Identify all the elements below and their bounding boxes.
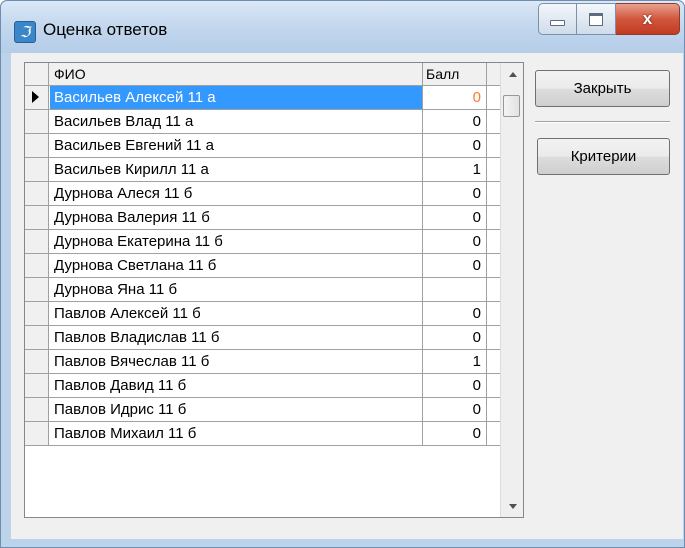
scroll-up-button[interactable] [501,63,523,85]
minimize-button[interactable] [538,3,577,35]
cell-ball[interactable]: 0 [423,326,487,349]
cell-fio[interactable]: Павлов Давид 11 б [50,374,423,397]
cell-ball[interactable]: 0 [423,422,487,445]
table-row[interactable]: Васильев Кирилл 11 а1 [25,158,500,182]
row-indicator-cell[interactable] [25,374,49,397]
cell-fio[interactable]: Дурнова Екатерина 11 б [50,230,423,253]
cell-ball[interactable]: 0 [423,254,487,277]
row-indicator-cell[interactable] [25,86,49,109]
app-icon[interactable]: ℑ [14,21,36,43]
table-row[interactable]: Павлов Идрис 11 б0 [25,398,500,422]
table-row[interactable]: Дурнова Алеся 11 б0 [25,182,500,206]
cell-fio[interactable]: Васильев Алексей 11 а [50,86,423,109]
table-row[interactable]: Дурнова Светлана 11 б0 [25,254,500,278]
cell-ball[interactable]: 0 [423,86,487,109]
scroll-down-button[interactable] [501,495,523,517]
cell-ball[interactable]: 0 [423,134,487,157]
cell-ball[interactable]: 0 [423,206,487,229]
maximize-icon [589,12,603,26]
header-indicator-cell [25,63,49,85]
maximize-button[interactable] [577,3,616,35]
minimize-icon [550,20,565,26]
column-header-fio[interactable]: ФИО [50,63,423,85]
table-row[interactable]: Павлов Вячеслав 11 б1 [25,350,500,374]
table-row[interactable]: Васильев Влад 11 а0 [25,110,500,134]
caption-buttons: x [538,3,680,39]
cell-ball[interactable]: 1 [423,350,487,373]
cell-ball[interactable]: 0 [423,182,487,205]
row-indicator-cell[interactable] [25,350,49,373]
cell-ball[interactable] [423,278,487,301]
grid-header: ФИО Балл [25,63,500,86]
vertical-scrollbar[interactable] [500,63,523,517]
cell-fio[interactable]: Васильев Влад 11 а [50,110,423,133]
title-bar[interactable]: ℑ Оценка ответов x [1,1,684,53]
cell-fio[interactable]: Павлов Михаил 11 б [50,422,423,445]
row-indicator-cell[interactable] [25,302,49,325]
table-row[interactable]: Дурнова Валерия 11 б0 [25,206,500,230]
row-indicator-cell[interactable] [25,398,49,421]
column-header-ball[interactable]: Балл [423,63,487,85]
cell-ball[interactable]: 0 [423,374,487,397]
arrow-down-icon [508,503,517,509]
cell-fio[interactable]: Дурнова Светлана 11 б [50,254,423,277]
table-row[interactable]: Павлов Михаил 11 б0 [25,422,500,446]
row-indicator-cell[interactable] [25,326,49,349]
cell-fio[interactable]: Васильев Евгений 11 а [50,134,423,157]
grid-rows: Васильев Алексей 11 а 0 Васильев Влад 11 а… [25,86,500,446]
close-icon: x [642,9,653,28]
cell-ball[interactable]: 0 [423,230,487,253]
row-indicator-cell[interactable] [25,254,49,277]
cell-ball[interactable]: 1 [423,158,487,181]
cell-fio[interactable]: Васильев Кирилл 11 а [50,158,423,181]
cell-fio[interactable]: Дурнова Валерия 11 б [50,206,423,229]
row-indicator-cell[interactable] [25,230,49,253]
window-title: Оценка ответов [43,20,168,39]
cell-fio[interactable]: Павлов Идрис 11 б [50,398,423,421]
row-indicator-cell[interactable] [25,422,49,445]
table-row[interactable]: Павлов Алексей 11 б0 [25,302,500,326]
table-row[interactable]: Дурнова Екатерина 11 б0 [25,230,500,254]
separator [535,121,670,123]
answers-grid[interactable]: ФИО Балл Васильев Алексей 11 а 0 Васильев … [24,62,524,518]
cell-fio[interactable]: Дурнова Алеся 11 б [50,182,423,205]
table-row[interactable]: Дурнова Яна 11 б [25,278,500,302]
cell-ball[interactable]: 0 [423,110,487,133]
row-indicator-cell[interactable] [25,206,49,229]
row-indicator-cell[interactable] [25,110,49,133]
table-row[interactable]: Васильев Евгений 11 а0 [25,134,500,158]
arrow-up-icon [508,71,517,77]
current-row-arrow-icon [32,91,39,103]
scroll-thumb[interactable] [503,95,520,117]
cell-ball[interactable]: 0 [423,302,487,325]
table-row[interactable]: Павлов Давид 11 б0 [25,374,500,398]
row-indicator-cell[interactable] [25,182,49,205]
cell-fio[interactable]: Дурнова Яна 11 б [50,278,423,301]
cell-fio[interactable]: Павлов Вячеслав 11 б [50,350,423,373]
cell-ball[interactable]: 0 [423,398,487,421]
cell-fio[interactable]: Павлов Алексей 11 б [50,302,423,325]
cell-fio[interactable]: Павлов Владислав 11 б [50,326,423,349]
table-row[interactable]: Павлов Владислав 11 б0 [25,326,500,350]
row-indicator-cell[interactable] [25,134,49,157]
row-indicator-cell[interactable] [25,158,49,181]
row-indicator-cell[interactable] [25,278,49,301]
close-window-button[interactable]: x [616,3,680,35]
criteria-button[interactable]: Критерии [537,138,670,175]
table-row[interactable]: Васильев Алексей 11 а0 [25,86,500,110]
close-button[interactable]: Закрыть [535,70,670,107]
